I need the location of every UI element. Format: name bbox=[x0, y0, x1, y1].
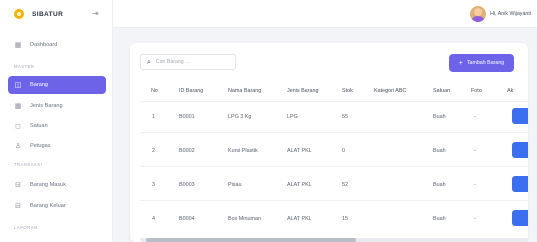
section-transaksi: TRANSAKSI bbox=[14, 162, 43, 167]
row-divider bbox=[140, 200, 528, 201]
content-card bbox=[130, 43, 528, 242]
dashboard-icon: ▦ bbox=[14, 41, 22, 49]
sidebar-item-jenis-barang[interactable]: ▦ Jenis Barang bbox=[8, 97, 106, 115]
sidebar-item-barang[interactable]: ◫ Barang bbox=[8, 76, 106, 94]
sidebar-item-label: Petugas bbox=[30, 143, 51, 149]
user-icon: ♙ bbox=[14, 142, 22, 150]
sidebar-item-label: Satuan bbox=[30, 123, 48, 129]
cell-no: 1 bbox=[152, 114, 155, 120]
sidebar-item-barang-keluar[interactable]: ⊟ Barang Keluar bbox=[8, 197, 106, 215]
logo-icon bbox=[14, 9, 24, 19]
sidebar-item-label: Dashboard bbox=[30, 42, 58, 48]
sidebar-item-dashboard[interactable]: ▦ Dashboard bbox=[8, 36, 106, 54]
search-box[interactable]: ⌕ bbox=[140, 54, 236, 70]
sidebar-item-label: Barang bbox=[30, 82, 49, 88]
header-divider bbox=[140, 101, 528, 102]
brand[interactable]: SIBATUR ⇥ bbox=[0, 0, 112, 28]
section-laporan: LAPORAN bbox=[14, 225, 38, 230]
scrollbar-thumb[interactable] bbox=[146, 238, 356, 242]
cell-name: Kursi Plastik bbox=[228, 148, 258, 154]
add-item-label: Tambah Barang bbox=[466, 60, 505, 66]
row-divider bbox=[140, 132, 528, 133]
cell-type: ALAT PKL bbox=[287, 148, 312, 154]
column-header-stock[interactable]: Stok bbox=[342, 88, 353, 94]
column-header-photo[interactable]: Foto bbox=[471, 88, 482, 94]
sidebar-item-satuan[interactable]: ◻ Satuan bbox=[8, 117, 106, 135]
add-item-button[interactable]: + Tambah Barang bbox=[449, 54, 514, 72]
row-action-button[interactable] bbox=[512, 210, 528, 226]
cell-unit: Buah bbox=[433, 216, 446, 222]
row-action-button[interactable] bbox=[512, 142, 528, 158]
cell-name: Box Minuman bbox=[228, 216, 261, 222]
inbox-in-icon: ⊟ bbox=[15, 181, 21, 189]
cell-no: 3 bbox=[152, 182, 155, 188]
sidebar-item-label: Jenis Barang bbox=[30, 103, 63, 109]
cell-photo: - bbox=[474, 114, 476, 120]
cell-stock: 15 bbox=[342, 216, 348, 222]
cell-stock: 0 bbox=[342, 148, 345, 154]
box-icon: ◫ bbox=[14, 81, 22, 89]
column-header-type[interactable]: Jenis Barang bbox=[287, 88, 318, 94]
user-greeting: Hi, Anik Wijayanti bbox=[490, 11, 531, 17]
cell-no: 4 bbox=[152, 216, 155, 222]
topbar: Hi, Anik Wijayanti bbox=[113, 0, 537, 28]
cell-name: LPG 3 Kg bbox=[228, 114, 252, 120]
row-action-button[interactable] bbox=[512, 176, 528, 192]
cell-type: ALAT PKL bbox=[287, 182, 312, 188]
cell-id: B0004 bbox=[179, 216, 195, 222]
column-header-unit[interactable]: Satuan bbox=[433, 88, 450, 94]
cell-unit: Buah bbox=[433, 114, 446, 120]
grid-icon: ▦ bbox=[14, 102, 22, 110]
cell-stock: 52 bbox=[342, 182, 348, 188]
cell-id: B0001 bbox=[179, 114, 195, 120]
sidebar-item-barang-masuk[interactable]: ⊟ Barang Masuk bbox=[8, 176, 106, 194]
column-header-no[interactable]: No bbox=[151, 88, 158, 94]
column-header-id[interactable]: ID Barang bbox=[179, 88, 203, 94]
cell-type: LPG bbox=[287, 114, 298, 120]
sidebar-item-label: Barang Keluar bbox=[30, 203, 66, 209]
sidebar-item-label: Barang Masuk bbox=[30, 182, 67, 188]
brand-name: SIBATUR bbox=[32, 10, 64, 18]
column-header-name[interactable]: Nama Barang bbox=[228, 88, 261, 94]
cell-type: ALAT PKL bbox=[287, 216, 312, 222]
plus-icon: + bbox=[458, 59, 463, 67]
cell-name: Pisau bbox=[228, 182, 242, 188]
cell-no: 2 bbox=[152, 148, 155, 154]
inbox-out-icon: ⊟ bbox=[15, 202, 21, 210]
cell-unit: Buah bbox=[433, 182, 446, 188]
search-icon: ⌕ bbox=[147, 57, 151, 66]
cell-photo: - bbox=[474, 182, 476, 188]
column-header-abc[interactable]: Kategori ABC bbox=[374, 88, 406, 94]
section-master: MASTER bbox=[14, 64, 35, 69]
user-menu[interactable]: Hi, Anik Wijayanti bbox=[470, 6, 531, 22]
search-input[interactable] bbox=[155, 59, 226, 65]
row-divider bbox=[140, 166, 528, 167]
cell-unit: Buah bbox=[433, 148, 446, 154]
cell-id: B0003 bbox=[179, 182, 195, 188]
cell-stock: 55 bbox=[342, 114, 348, 120]
row-action-button[interactable] bbox=[512, 108, 528, 124]
avatar[interactable] bbox=[470, 6, 487, 22]
cell-photo: - bbox=[474, 148, 476, 154]
tag-icon: ◻ bbox=[15, 122, 21, 130]
cell-id: B0002 bbox=[179, 148, 195, 154]
cell-photo: - bbox=[474, 216, 476, 222]
sidebar-item-petugas[interactable]: ♙ Petugas bbox=[8, 137, 106, 155]
column-header-action[interactable]: Ak bbox=[507, 88, 513, 94]
menu-toggle-icon[interactable]: ⇥ bbox=[92, 9, 99, 18]
